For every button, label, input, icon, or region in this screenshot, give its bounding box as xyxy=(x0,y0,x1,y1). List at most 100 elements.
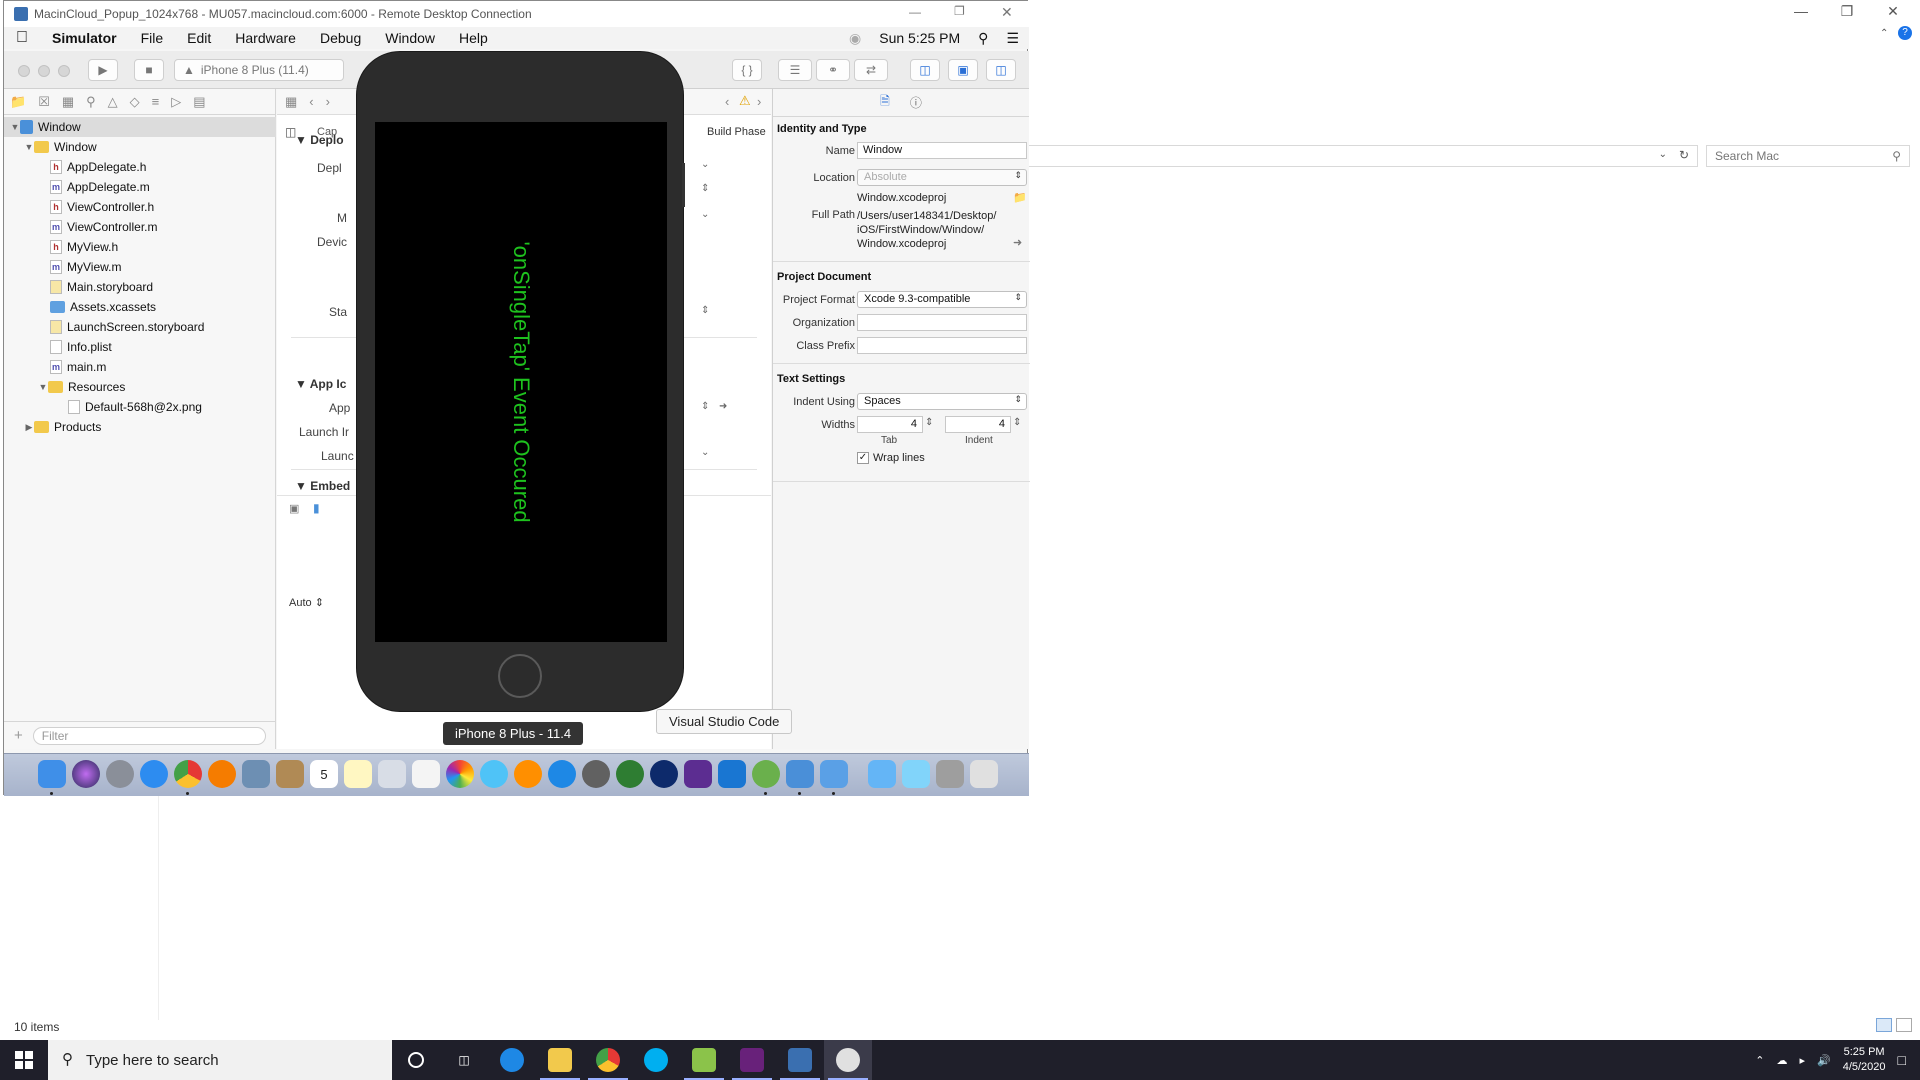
android-studio-icon[interactable] xyxy=(752,760,780,788)
volume-icon[interactable]: 🔊 xyxy=(1817,1054,1831,1067)
host-search-input[interactable]: Search Mac ⚲ xyxy=(1706,145,1910,167)
quick-help-icon[interactable]: ⓘ xyxy=(910,94,922,111)
menubar-clock[interactable]: Sun 5:25 PM xyxy=(879,30,960,46)
related-items-icon[interactable]: ▦ xyxy=(285,94,297,110)
start-button[interactable] xyxy=(0,1040,48,1080)
search-icon[interactable]: ⚲ xyxy=(86,94,96,110)
back-icon[interactable]: ‹ xyxy=(309,94,313,109)
indent-width-stepper[interactable]: ⇕ xyxy=(1013,417,1021,428)
tree-row-file[interactable]: Main.storyboard xyxy=(4,277,153,297)
close-icon[interactable]: ✕ xyxy=(1001,4,1013,21)
vscode-icon[interactable] xyxy=(718,760,746,788)
macincloud-icon[interactable] xyxy=(824,1040,872,1080)
evernote-icon[interactable] xyxy=(616,760,644,788)
safari-icon[interactable] xyxy=(140,760,168,788)
devices-stepper[interactable]: ⇕ xyxy=(701,183,709,194)
tree-row-group[interactable]: ▼ Resources xyxy=(4,377,126,397)
edge-icon[interactable] xyxy=(488,1040,536,1080)
xcode-icon-2[interactable] xyxy=(820,760,848,788)
menu-file[interactable]: File xyxy=(129,30,176,46)
app-store-icon[interactable] xyxy=(548,760,576,788)
tree-row-file[interactable]: LaunchScreen.storyboard xyxy=(4,317,204,337)
add-icon[interactable]: + xyxy=(14,727,23,744)
chrome-icon[interactable] xyxy=(174,760,202,788)
tab-build-phases[interactable]: Build Phase xyxy=(707,126,766,138)
debug-icon[interactable]: ≡ xyxy=(152,94,160,109)
cortana-icon[interactable] xyxy=(392,1040,440,1080)
xcode-icon[interactable] xyxy=(786,760,814,788)
refresh-icon[interactable]: ↻ xyxy=(1679,148,1689,162)
menu-help[interactable]: Help xyxy=(447,30,500,46)
menu-hardware[interactable]: Hardware xyxy=(223,30,308,46)
chevron-up-icon[interactable]: ⌃ xyxy=(1755,1054,1764,1067)
window-minimize-button[interactable] xyxy=(38,65,50,77)
symbol-icon[interactable]: ▦ xyxy=(62,94,74,110)
version-editor-button[interactable]: ⇄ xyxy=(854,59,888,81)
tree-row-project[interactable]: ▼ Window xyxy=(4,117,276,137)
stop-button[interactable]: ■ xyxy=(134,59,164,81)
finder-icon[interactable] xyxy=(38,760,66,788)
photos-icon[interactable] xyxy=(446,760,474,788)
library-icon[interactable]: { } xyxy=(732,59,762,81)
chevron-up-icon[interactable]: ⌃ xyxy=(1880,28,1888,39)
launchpad-icon[interactable] xyxy=(106,760,134,788)
chrome-icon[interactable] xyxy=(584,1040,632,1080)
menu-simulator[interactable]: Simulator xyxy=(40,30,129,46)
location-select[interactable]: Absolute ⇕ xyxy=(857,169,1027,186)
documents-icon[interactable] xyxy=(936,760,964,788)
file-inspector-icon[interactable]: 🗎 xyxy=(880,92,890,113)
warning-icon[interactable]: ⚠ xyxy=(739,93,751,109)
tree-row-file[interactable]: Assets.xcassets xyxy=(4,297,156,317)
tree-row-file[interactable]: m main.m xyxy=(4,357,106,377)
disclosure-expanded-icon[interactable]: ▼ xyxy=(24,142,34,152)
trash-icon[interactable] xyxy=(970,760,998,788)
organization-field[interactable] xyxy=(857,314,1027,331)
indent-width-field[interactable]: 4 xyxy=(945,416,1011,433)
menu-debug[interactable]: Debug xyxy=(308,30,373,46)
go-arrow-icon[interactable]: ➜ xyxy=(1013,236,1022,249)
minimize-icon[interactable]: — xyxy=(1778,0,1824,22)
toggle-debug-area-button[interactable]: ▣ xyxy=(948,59,978,81)
go-arrow-icon[interactable]: ➜ xyxy=(719,401,727,412)
chevron-down-icon[interactable]: ⌄ xyxy=(1659,149,1667,160)
window-close-button[interactable] xyxy=(18,65,30,77)
tree-row-group[interactable]: ▼ Window xyxy=(4,137,97,157)
main-interface-stepper[interactable]: ⌄ xyxy=(701,209,709,220)
menu-window[interactable]: Window xyxy=(373,30,447,46)
reminders-icon[interactable] xyxy=(412,760,440,788)
photo-booth-icon[interactable] xyxy=(378,760,406,788)
tree-row-file[interactable]: h ViewController.h xyxy=(4,197,154,217)
help-icon[interactable]: ? xyxy=(1898,26,1912,40)
system-preferences-icon[interactable] xyxy=(582,760,610,788)
section-deployment-info[interactable]: ▼ Deplo xyxy=(295,133,344,147)
tree-row-file[interactable]: Default-568h@2x.png xyxy=(4,397,202,417)
taskbar-clock[interactable]: 5:25 PM 4/5/2020 xyxy=(1843,1045,1886,1075)
siri-icon[interactable] xyxy=(72,760,100,788)
books-icon[interactable] xyxy=(514,760,542,788)
source-control-icon[interactable]: ☒ xyxy=(38,94,50,110)
menu-edit[interactable]: Edit xyxy=(175,30,223,46)
scheme-selector[interactable]: ▲ iPhone 8 Plus (11.4) xyxy=(174,59,344,81)
details-view-icon[interactable] xyxy=(1876,1018,1892,1032)
tree-row-file[interactable]: h AppDelegate.h xyxy=(4,157,146,177)
simulator-screen[interactable]: 'onSingleTap' Event Occured xyxy=(375,122,667,642)
downloads-icon[interactable] xyxy=(902,760,930,788)
next-issue-icon[interactable]: › xyxy=(757,94,761,109)
folder-icon[interactable] xyxy=(868,760,896,788)
visual-studio-icon[interactable] xyxy=(684,760,712,788)
skype-icon[interactable] xyxy=(632,1040,680,1080)
forward-icon[interactable]: › xyxy=(326,94,330,109)
preview-icon[interactable] xyxy=(242,760,270,788)
close-icon[interactable]: ✕ xyxy=(1870,0,1916,22)
tree-row-file[interactable]: m MyView.m xyxy=(4,257,121,277)
tree-row-file[interactable]: Info.plist xyxy=(4,337,112,357)
task-view-icon[interactable]: ◫ xyxy=(440,1040,488,1080)
disclosure-expanded-icon[interactable]: ▼ xyxy=(10,122,20,132)
project-format-select[interactable]: Xcode 9.3-compatible ⇕ xyxy=(857,291,1027,308)
name-field[interactable]: Window xyxy=(857,142,1027,159)
prev-issue-icon[interactable]: ‹ xyxy=(725,94,729,109)
tree-row-file[interactable]: m ViewController.m xyxy=(4,217,157,237)
wrap-lines-checkbox[interactable]: ✓ xyxy=(857,452,869,464)
apple-menu-icon[interactable]:  xyxy=(4,29,40,47)
launch-screen-stepper[interactable]: ⌄ xyxy=(701,447,709,458)
